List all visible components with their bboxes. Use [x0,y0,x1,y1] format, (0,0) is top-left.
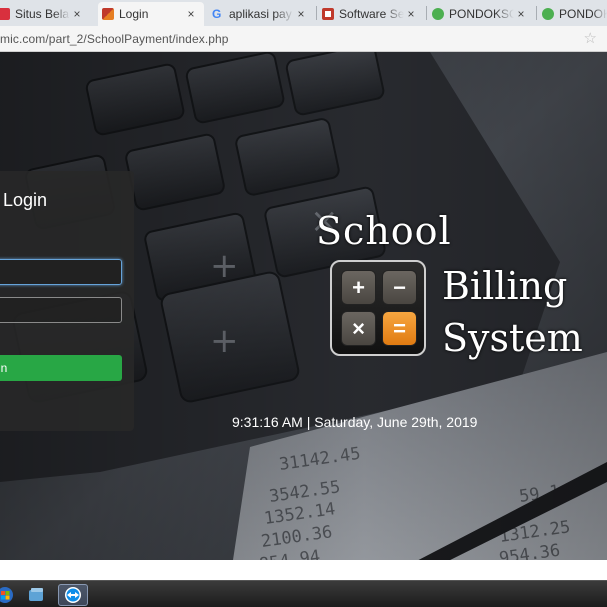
tab-pondokso-2[interactable]: PONDOKS [538,2,607,26]
tab-label: PONDOKSO [449,7,514,21]
tab-label: Software Se [339,7,404,21]
teamviewer-icon[interactable] [58,584,88,606]
favicon-icon [542,8,554,20]
taskbar [0,580,607,607]
tab-situs-belanja[interactable]: Situs Belanja × [0,2,90,26]
tab-label: PONDOKS [559,7,607,21]
login-button[interactable]: in [0,355,122,381]
username-input[interactable] [0,259,122,285]
multiply-key-icon: × [341,311,376,346]
tab-divider [316,6,317,20]
page-viewport: + × + 31142.45 3542.55 1352.14 2100.36 8… [0,52,607,580]
star-icon[interactable]: ☆ [584,29,597,47]
tab-label: Situs Belanja [15,7,70,21]
close-icon[interactable]: × [294,7,308,21]
url-text[interactable]: mic.com/part_2/SchoolPayment/index.php [0,32,229,46]
close-icon[interactable]: × [404,7,418,21]
tab-pondokso-1[interactable]: PONDOKSO × [428,2,534,26]
tab-divider [536,6,537,20]
address-bar[interactable]: mic.com/part_2/SchoolPayment/index.php ☆ [0,26,607,52]
start-orb-icon[interactable] [0,584,18,606]
browser-tab-strip: Situs Belanja × Login × G aplikasi pay ×… [0,0,607,26]
calculator-logo-icon: + − × = [330,260,426,356]
clock-datetime: 9:31:16 AM | Saturday, June 29th, 2019 [232,414,478,430]
tab-login[interactable]: Login × [98,2,204,26]
close-icon[interactable]: × [70,7,84,21]
tab-aplikasi-pay[interactable]: G aplikasi pay × [208,2,314,26]
equals-key-icon: = [382,311,417,346]
plus-key-icon: + [341,270,376,305]
logo-text-billing: Billing [442,264,568,308]
tab-label: aplikasi pay [229,7,292,21]
favicon-icon [0,8,10,20]
page-footer-strip [0,560,607,580]
close-icon[interactable]: × [184,7,198,21]
tab-divider [426,6,427,20]
wallet-icon[interactable] [24,584,50,606]
favicon-icon [322,8,334,20]
password-input[interactable] [0,297,122,323]
tab-software[interactable]: Software Se × [318,2,424,26]
logo-text-system: System [442,316,583,360]
google-icon: G [212,7,222,21]
favicon-icon [102,8,114,20]
minus-key-icon: − [382,270,417,305]
logo-text-school: School [316,209,452,253]
login-title: Login [3,190,48,210]
close-icon[interactable]: × [514,7,528,21]
login-card: Login in [0,171,134,431]
tab-label: Login [119,7,149,21]
favicon-icon [432,8,444,20]
